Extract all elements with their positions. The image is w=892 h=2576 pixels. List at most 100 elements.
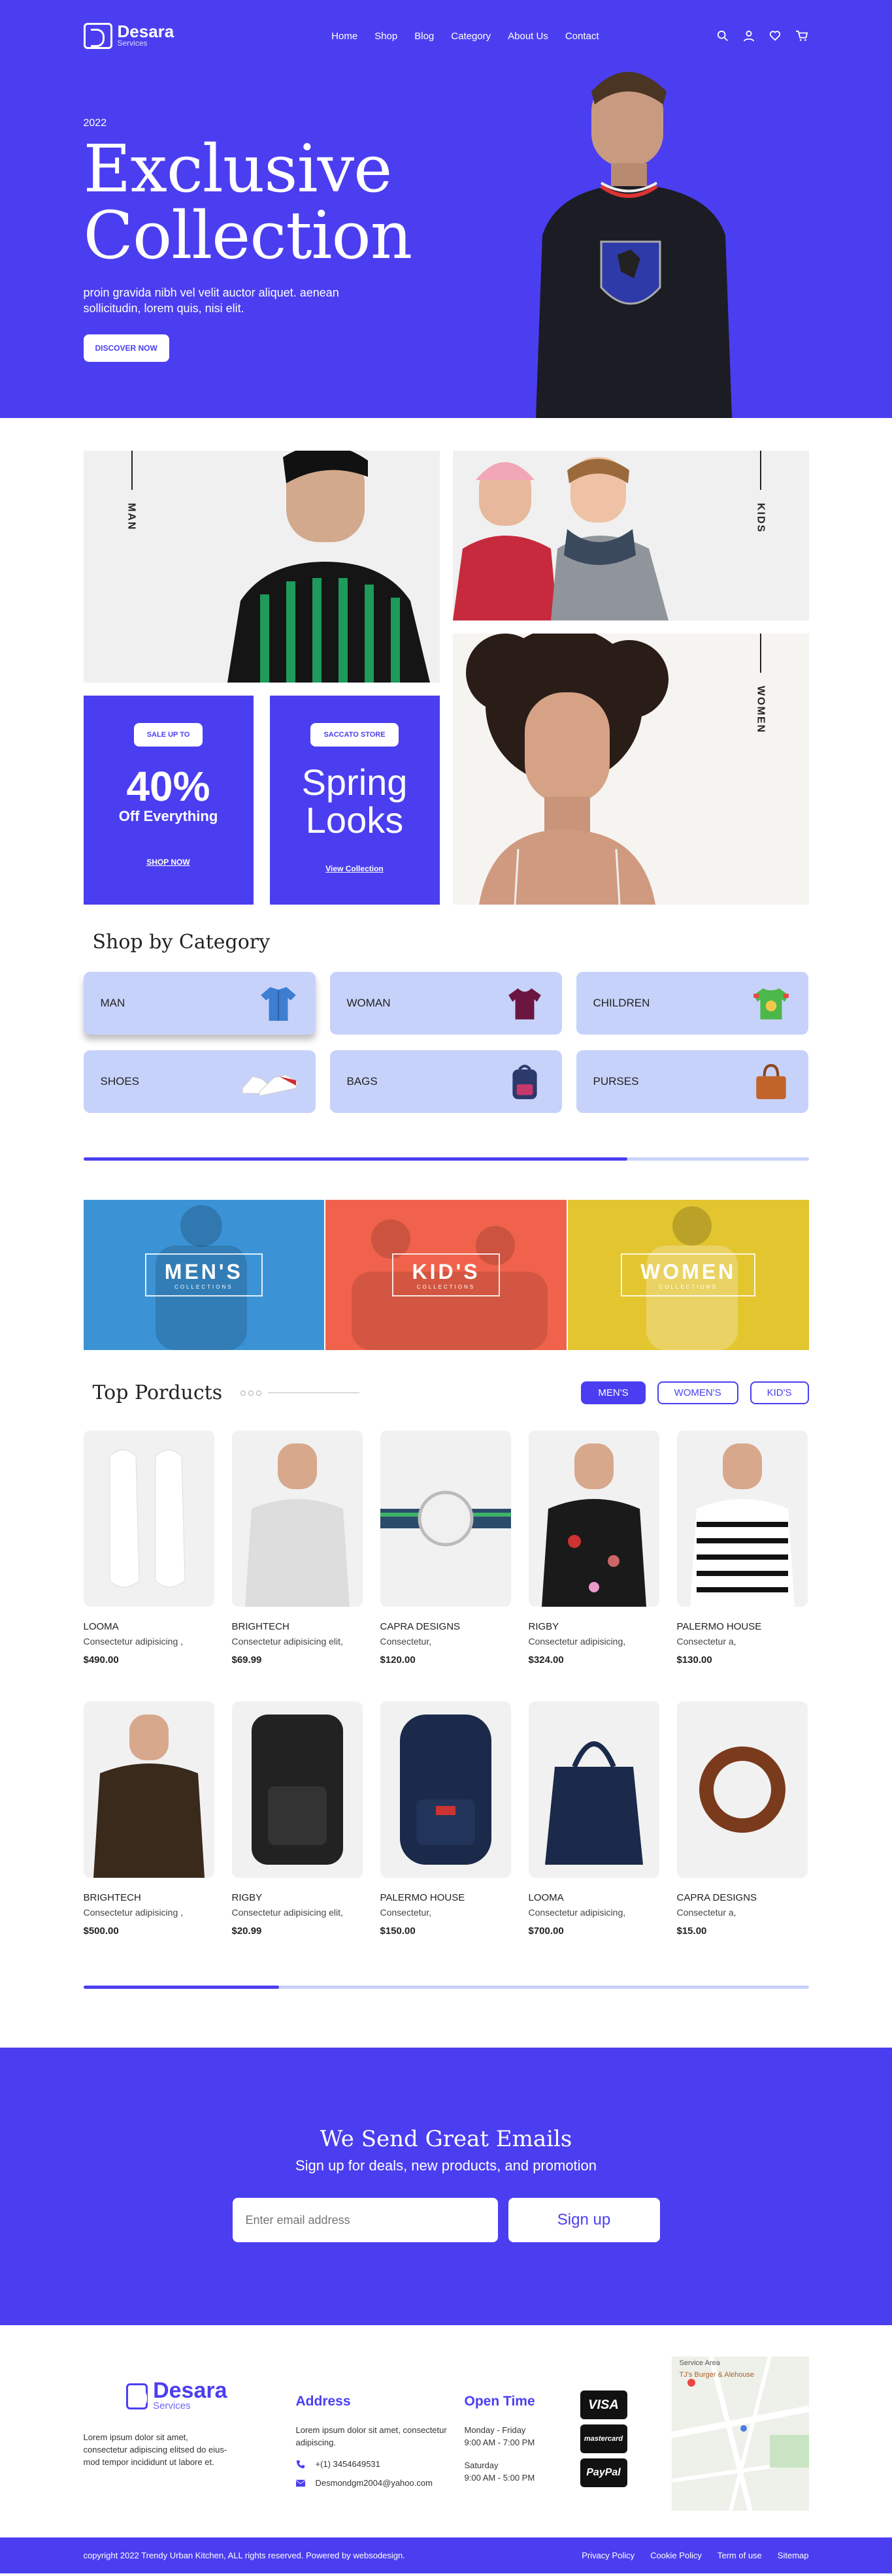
category-grid: MAN WOMAN CHILDREN SHOES BAGS PURSES	[83, 972, 809, 1113]
product-image[interactable]	[676, 1430, 808, 1607]
category-slider-track[interactable]	[83, 1157, 809, 1161]
nav-home[interactable]: Home	[331, 31, 357, 42]
product-image[interactable]	[528, 1430, 659, 1607]
shop-now-link[interactable]: SHOP NOW	[84, 858, 254, 867]
product-card[interactable]: RIGBY Consectetur adipisicing, $324.00	[528, 1430, 659, 1688]
product-name[interactable]: RIGBY	[529, 1621, 659, 1632]
women-tile[interactable]: WOMEN	[452, 634, 809, 905]
search-icon[interactable]	[717, 30, 729, 42]
product-name[interactable]: BRIGHTECH	[84, 1892, 214, 1903]
product-name[interactable]: PALERMO HOUSE	[380, 1892, 511, 1903]
category-children[interactable]: CHILDREN	[576, 972, 808, 1035]
product-card[interactable]: BRIGHTECH Consectetur adipisicing elit, $6…	[231, 1430, 363, 1688]
tab-kids[interactable]: KID'S	[750, 1381, 809, 1404]
women-model-image	[465, 634, 669, 905]
product-image[interactable]	[380, 1701, 511, 1878]
product-image[interactable]	[528, 1701, 659, 1878]
backpack-icon	[512, 1065, 537, 1099]
product-card[interactable]: PALERMO HOUSE Consectetur, $150.00	[380, 1701, 511, 1959]
footer-hours: Open Time Monday - Friday 9:00 AM - 7:00…	[465, 2394, 582, 2484]
product-desc: Consectetur adipisicing,	[528, 1636, 626, 1647]
heart-icon[interactable]	[769, 30, 781, 42]
mens-banner[interactable]: MEN'S COLLECTIONS	[83, 1200, 325, 1350]
nav-about[interactable]: About Us	[508, 31, 548, 42]
handbag-icon	[755, 1064, 786, 1099]
product-desc: Consectetur a,	[676, 1636, 736, 1647]
product-card[interactable]: LOOMA Consectetur adipisicing , $490.00	[83, 1430, 214, 1688]
hero-title-line2: Collection	[83, 197, 413, 274]
legal-links: Privacy Policy Cookie Policy Term of use…	[582, 2551, 808, 2560]
product-name[interactable]: BRIGHTECH	[232, 1621, 363, 1632]
category-man[interactable]: MAN	[83, 972, 316, 1035]
product-name[interactable]: RIGBY	[232, 1892, 363, 1903]
man-tile[interactable]: MAN	[83, 451, 440, 683]
signup-button[interactable]: Sign up	[508, 2198, 660, 2242]
nav-contact[interactable]: Contact	[565, 31, 599, 42]
product-card[interactable]: CAPRA DESIGNS Consectetur, $120.00	[380, 1430, 511, 1688]
product-card[interactable]: PALERMO HOUSE Consectetur a, $130.00	[676, 1430, 808, 1688]
main-menu: Home Shop Blog Category About Us Contact	[331, 31, 599, 42]
kids-banner-sub: COLLECTIONS	[416, 1284, 476, 1290]
discover-now-button[interactable]: DISCOVER NOW	[83, 334, 169, 362]
term-of-use-link[interactable]: Term of use	[718, 2551, 762, 2560]
kids-divider	[759, 451, 761, 490]
service-area-map[interactable]: Service Area TJ's Burger & Alehouse	[671, 2357, 809, 2511]
product-price: $130.00	[676, 1654, 712, 1666]
sitemap-link[interactable]: Sitemap	[778, 2551, 809, 2560]
kids-banner-title: KID'S	[412, 1260, 480, 1283]
product-name[interactable]: LOOMA	[529, 1892, 659, 1903]
email-address[interactable]: Desmondgm2004@yahoo.com	[316, 2477, 433, 2489]
phone-number[interactable]: +(1) 3454649531	[316, 2458, 380, 2470]
man-label: MAN	[125, 503, 137, 531]
privacy-policy-link[interactable]: Privacy Policy	[582, 2551, 635, 2560]
view-collection-link[interactable]: View Collection	[270, 864, 440, 873]
mens-banner-sub: COLLECTIONS	[174, 1284, 233, 1290]
product-price: $324.00	[528, 1654, 564, 1666]
man-model-image	[227, 451, 430, 683]
tab-womens[interactable]: WOMEN'S	[657, 1381, 738, 1404]
product-image[interactable]	[231, 1701, 363, 1878]
product-desc: Consectetur adipisicing,	[528, 1907, 626, 1918]
product-name[interactable]: LOOMA	[84, 1621, 214, 1632]
cookie-policy-link[interactable]: Cookie Policy	[650, 2551, 702, 2560]
product-card[interactable]: BRIGHTECH Consectetur adipisicing , $500.0…	[83, 1701, 214, 1959]
product-image[interactable]	[676, 1701, 808, 1878]
nav-blog[interactable]: Blog	[414, 31, 434, 42]
product-name[interactable]: CAPRA DESIGNS	[677, 1892, 808, 1903]
nav-category[interactable]: Category	[451, 31, 491, 42]
women-label: WOMEN	[755, 686, 767, 734]
product-name[interactable]: CAPRA DESIGNS	[380, 1621, 511, 1632]
brand-logo[interactable]: Desara Services	[83, 23, 174, 49]
product-name[interactable]: PALERMO HOUSE	[677, 1621, 808, 1632]
footer-logo[interactable]: Desara Services	[125, 2378, 227, 2411]
address-text: Lorem ipsum dolor sit amet, consectetur …	[295, 2425, 447, 2447]
newsletter-subtitle: Sign up for deals, new products, and pro…	[295, 2157, 597, 2174]
product-card[interactable]: LOOMA Consectetur adipisicing, $700.00	[528, 1701, 659, 1959]
product-image[interactable]	[83, 1430, 214, 1607]
blouse-icon	[508, 988, 541, 1020]
tab-mens[interactable]: MEN'S	[581, 1381, 646, 1404]
cart-icon[interactable]	[795, 30, 808, 42]
category-purses[interactable]: PURSES	[576, 1050, 808, 1113]
product-card[interactable]: RIGBY Consectetur adipisicing elit, $20.99	[231, 1701, 363, 1959]
kids-banner[interactable]: KID'S COLLECTIONS	[325, 1200, 567, 1350]
product-image[interactable]	[231, 1430, 363, 1607]
backpack-black-icon	[251, 1715, 343, 1865]
kids-tile[interactable]: KIDS	[452, 451, 809, 620]
shop-by-category-title: Shop by Category	[92, 931, 271, 954]
women-banner[interactable]: WOMEN COLLECTIONS	[567, 1200, 809, 1350]
category-shoes[interactable]: SHOES	[83, 1050, 316, 1113]
product-image[interactable]	[380, 1430, 511, 1607]
email-input[interactable]	[232, 2198, 498, 2242]
nav-shop[interactable]: Shop	[374, 31, 397, 42]
product-card[interactable]: CAPRA DESIGNS Consectetur a, $15.00	[676, 1701, 808, 1959]
category-bags[interactable]: BAGS	[329, 1050, 562, 1113]
products-slider-track[interactable]	[83, 1986, 809, 1989]
footer-brand-name: Desara	[153, 2378, 227, 2403]
product-image[interactable]	[83, 1701, 214, 1878]
jacket-icon	[93, 1715, 205, 1878]
sale-tag: SALE UP TO	[133, 723, 203, 747]
user-icon[interactable]	[743, 30, 755, 42]
category-woman[interactable]: WOMAN	[329, 972, 562, 1035]
hero-section: Desara Services Home Shop Blog Category …	[0, 0, 892, 418]
